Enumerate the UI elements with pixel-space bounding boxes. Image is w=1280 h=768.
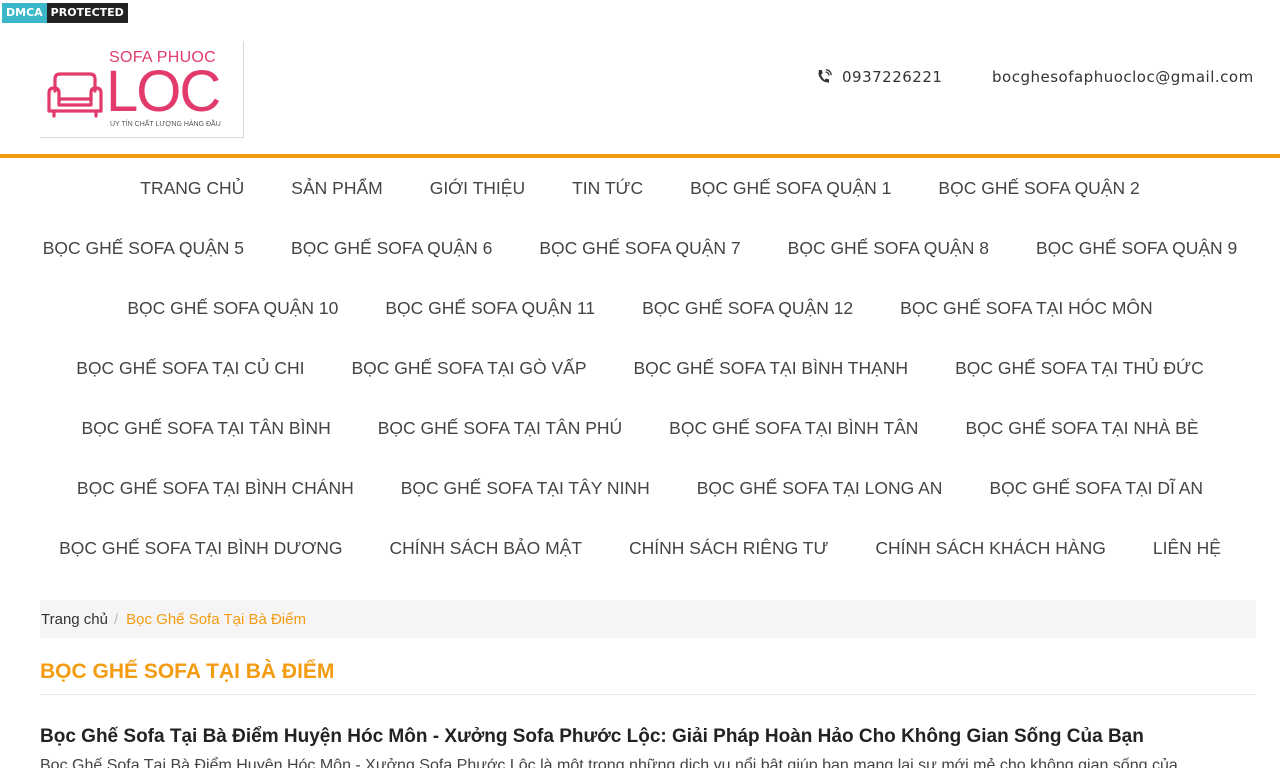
menu-item[interactable]: BỌC GHẾ SOFA TẠI NHÀ BÈ (965, 418, 1198, 439)
logo-text-main: LOC (106, 59, 221, 124)
page-title: BỌC GHẾ SOFA TẠI BÀ ĐIỂM (40, 660, 335, 683)
dmca-label: DMCA (2, 3, 47, 23)
menu-item[interactable]: BỌC GHẾ SOFA TẠI BÌNH TÂN (669, 418, 918, 439)
menu-item[interactable]: BỌC GHẾ SOFA QUẬN 1 (690, 178, 891, 199)
menu-item[interactable]: CHÍNH SÁCH KHÁCH HÀNG (875, 538, 1105, 559)
logo-tagline: UY TÍN CHẤT LƯỢNG HÀNG ĐẦU (110, 121, 221, 128)
breadcrumb: Trang chủ / Bọc Ghế Sofa Tại Bà Điểm (40, 600, 1256, 638)
menu-item[interactable]: BỌC GHẾ SOFA TẠI BÌNH THẠNH (634, 358, 909, 379)
menu-item[interactable]: BỌC GHẾ SOFA TẠI TÂN BÌNH (81, 418, 330, 439)
menu-item[interactable]: CHÍNH SÁCH RIÊNG TƯ (629, 538, 828, 559)
menu-item[interactable]: BỌC GHẾ SOFA TẠI TÂY NINH (401, 478, 650, 499)
menu-item[interactable]: BỌC GHẾ SOFA QUẬN 11 (385, 298, 595, 319)
menu-item[interactable]: BỌC GHẾ SOFA TẠI TÂN PHÚ (378, 418, 622, 439)
menu-item[interactable]: BỌC GHẾ SOFA TẠI BÌNH DƯƠNG (59, 538, 342, 559)
menu-item[interactable]: BỌC GHẾ SOFA QUẬN 8 (788, 238, 989, 259)
sofa-icon (47, 72, 103, 118)
article-text: Bọc Ghế Sofa Tại Bà Điểm Huyện Hóc Môn -… (40, 757, 1178, 768)
menu-item[interactable]: BỌC GHẾ SOFA TẠI GÒ VẤP (351, 358, 586, 379)
menu-item[interactable]: BỌC GHẾ SOFA QUẬN 6 (291, 238, 492, 259)
menu-item[interactable]: BỌC GHẾ SOFA QUẬN 9 (1036, 238, 1237, 259)
menu-item[interactable]: BỌC GHẾ SOFA QUẬN 2 (938, 178, 1139, 199)
breadcrumb-home-link[interactable]: Trang chủ (41, 611, 108, 628)
menu-item[interactable]: SẢN PHẨM (291, 178, 382, 199)
menu-item[interactable]: TRANG CHỦ (140, 178, 244, 199)
menu-item[interactable]: BỌC GHẾ SOFA QUẬN 7 (539, 238, 740, 259)
dmca-badge[interactable]: DMCA PROTECTED (2, 3, 128, 23)
menu-item[interactable]: BỌC GHẾ SOFA TẠI THỦ ĐỨC (955, 358, 1204, 379)
menu-item[interactable]: BỌC GHẾ SOFA QUẬN 5 (43, 238, 244, 259)
menu-item[interactable]: BỌC GHẾ SOFA TẠI CỦ CHI (76, 358, 304, 379)
title-divider (40, 694, 1256, 695)
menu-item[interactable]: BỌC GHẾ SOFA TẠI DĨ AN (989, 478, 1203, 499)
menu-row: BỌC GHẾ SOFA TẠI CỦ CHI BỌC GHẾ SOFA TẠI … (0, 338, 1280, 398)
site-logo[interactable]: SOFA PHUOC LOC UY TÍN CHẤT LƯỢNG HÀNG ĐẦ… (40, 41, 244, 138)
menu-item[interactable]: BỌC GHẾ SOFA QUẬN 12 (642, 298, 853, 319)
main-menu: TRANG CHỦ SẢN PHẨM GIỚI THIỆU TIN TỨC BỌC GH… (0, 158, 1280, 578)
phone-icon (818, 69, 832, 83)
breadcrumb-separator: / (113, 610, 119, 628)
phone-number: 0937226221 (842, 68, 943, 86)
menu-row: BỌC GHẾ SOFA QUẬN 5 BỌC GHẾ SOFA QUẬN 6 BỌ… (0, 218, 1280, 278)
menu-item[interactable]: GIỚI THIỆU (430, 178, 525, 199)
dmca-protected-label: PROTECTED (46, 3, 128, 23)
menu-row: BỌC GHẾ SOFA QUẬN 10 BỌC GHẾ SOFA QUẬN 11… (0, 278, 1280, 338)
menu-item[interactable]: LIÊN HỆ (1153, 538, 1221, 559)
article-heading: Bọc Ghế Sofa Tại Bà Điểm Huyện Hóc Môn -… (40, 726, 1144, 747)
header-phone[interactable]: 0937226221 (816, 68, 942, 86)
menu-row: BỌC GHẾ SOFA TẠI TÂN BÌNH BỌC GHẾ SOFA TẠ… (0, 398, 1280, 458)
menu-item[interactable]: BỌC GHẾ SOFA QUẬN 10 (127, 298, 338, 319)
menu-item[interactable]: BỌC GHẾ SOFA TẠI HÓC MÔN (900, 298, 1153, 319)
menu-item[interactable]: CHÍNH SÁCH BẢO MẬT (390, 538, 583, 559)
menu-row: BỌC GHẾ SOFA TẠI BÌNH CHÁNH BỌC GHẾ SOFA … (0, 458, 1280, 518)
menu-item[interactable]: TIN TỨC (572, 178, 643, 199)
menu-row: BỌC GHẾ SOFA TẠI BÌNH DƯƠNG CHÍNH SÁCH BẢ… (0, 518, 1280, 578)
header-email[interactable]: bocghesofaphuocloc@gmail.com (992, 68, 1254, 86)
menu-item[interactable]: BỌC GHẾ SOFA TẠI LONG AN (697, 478, 943, 499)
breadcrumb-current: Bọc Ghế Sofa Tại Bà Điểm (126, 610, 306, 628)
menu-row: TRANG CHỦ SẢN PHẨM GIỚI THIỆU TIN TỨC BỌC GH… (0, 158, 1280, 218)
menu-item[interactable]: BỌC GHẾ SOFA TẠI BÌNH CHÁNH (77, 478, 354, 499)
